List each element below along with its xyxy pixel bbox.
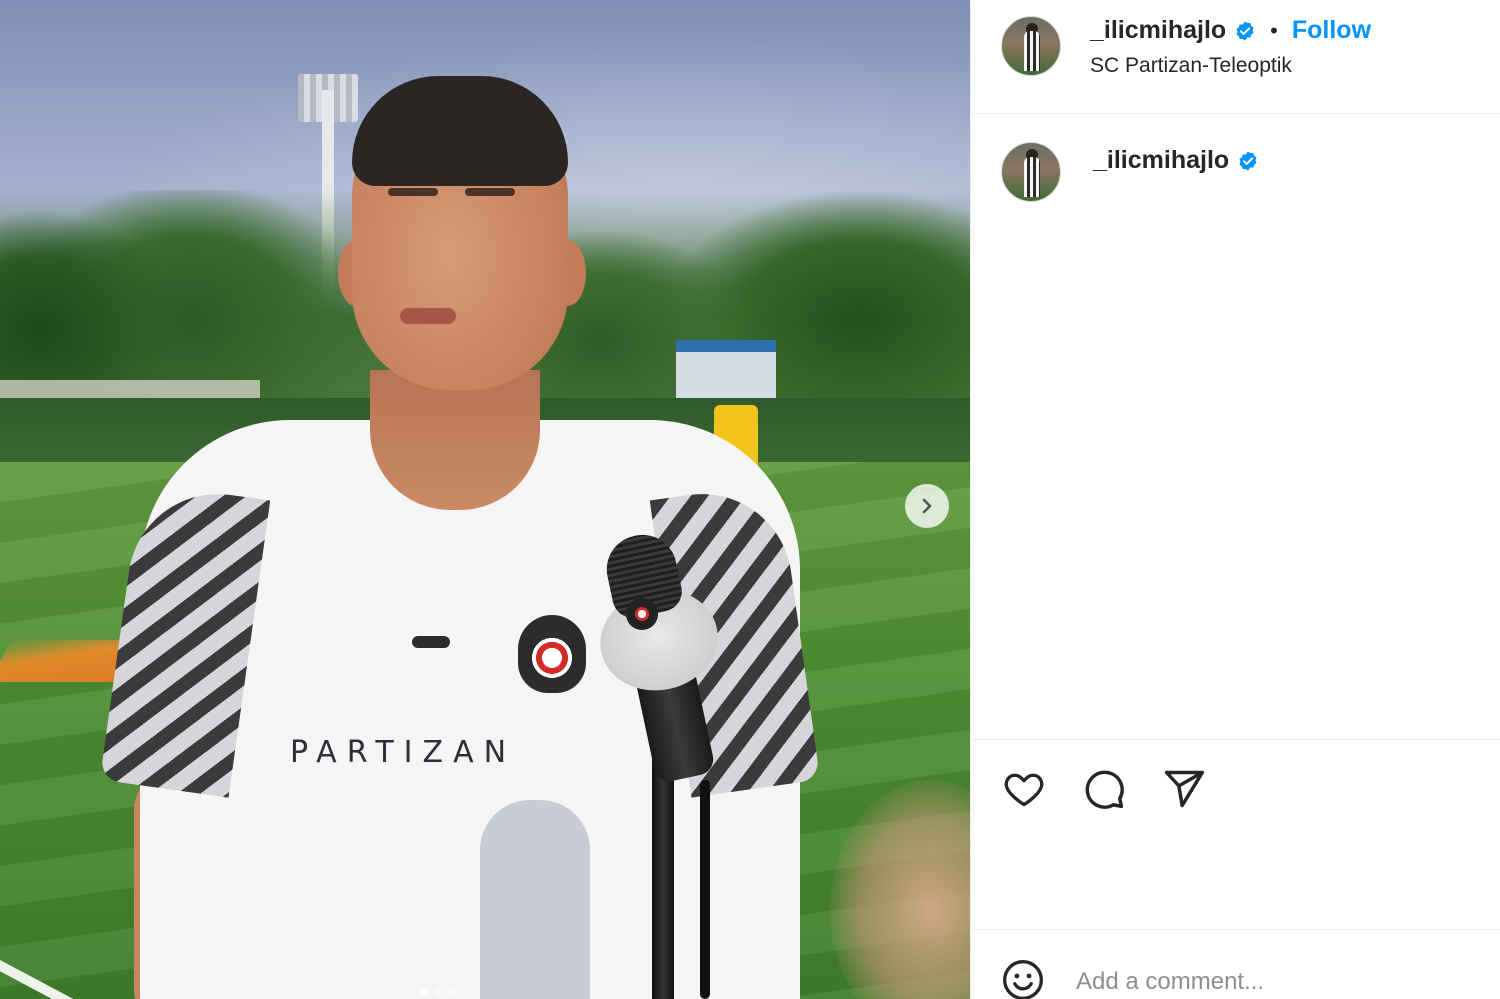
paper-plane-icon [1164,770,1205,808]
club-crest-icon [518,615,586,693]
carousel-dot [448,988,456,996]
jersey-text: PARTIZAN [290,735,517,770]
eyebrow-left [388,188,438,196]
separator-bullet: • [1270,17,1278,43]
comment-button[interactable] [1081,766,1127,812]
username-link[interactable]: _ilicmihajlo [1090,16,1226,45]
carousel-next-button[interactable] [905,484,949,528]
heart-icon [1004,773,1044,807]
post-media[interactable]: PARTIZAN [0,0,970,999]
instagram-post-view: PARTIZAN _ilicmihajlo • Follow SC Partiz… [0,0,1500,999]
comment-input[interactable] [1076,962,1476,999]
mouth [400,308,456,324]
post-header: _ilicmihajlo • Follow SC Partizan-Teleop… [971,0,1500,114]
likes-section [971,840,1500,930]
hair [352,76,568,186]
verified-badge-icon [1239,150,1257,171]
post-actions [1001,766,1207,812]
smiley-icon [1003,960,1043,999]
jersey-badge-bar [412,636,450,648]
share-button[interactable] [1161,766,1207,812]
avatar-figure [1024,31,1040,71]
location-link[interactable]: SC Partizan-Teleoptik [1090,54,1292,78]
caption-username-link[interactable]: _ilicmihajlo [1093,146,1229,175]
microphone-logo-icon [626,598,658,630]
caption-user-row: _ilicmihajlo [1093,146,1259,175]
like-button[interactable] [1001,766,1047,812]
header-user-row: _ilicmihajlo • Follow [1090,16,1371,45]
chevron-right-icon [922,498,932,514]
avatar[interactable] [1001,16,1061,76]
avatar-figure [1024,157,1040,197]
eyebrow-right [465,188,515,196]
emoji-button[interactable] [1001,958,1045,999]
carousel-dots [420,988,456,996]
follow-button[interactable]: Follow [1292,16,1371,45]
verified-badge-icon [1236,20,1254,41]
post-side-panel: _ilicmihajlo • Follow SC Partizan-Teleop… [970,0,1500,999]
microphone-shadow [480,800,590,999]
carousel-dot [434,988,442,996]
comment-bubble-icon [1085,770,1124,809]
caption-section: _ilicmihajlo [971,114,1500,740]
microphone-cable [700,780,710,999]
avatar[interactable] [1001,142,1061,202]
carousel-dot [420,988,428,996]
